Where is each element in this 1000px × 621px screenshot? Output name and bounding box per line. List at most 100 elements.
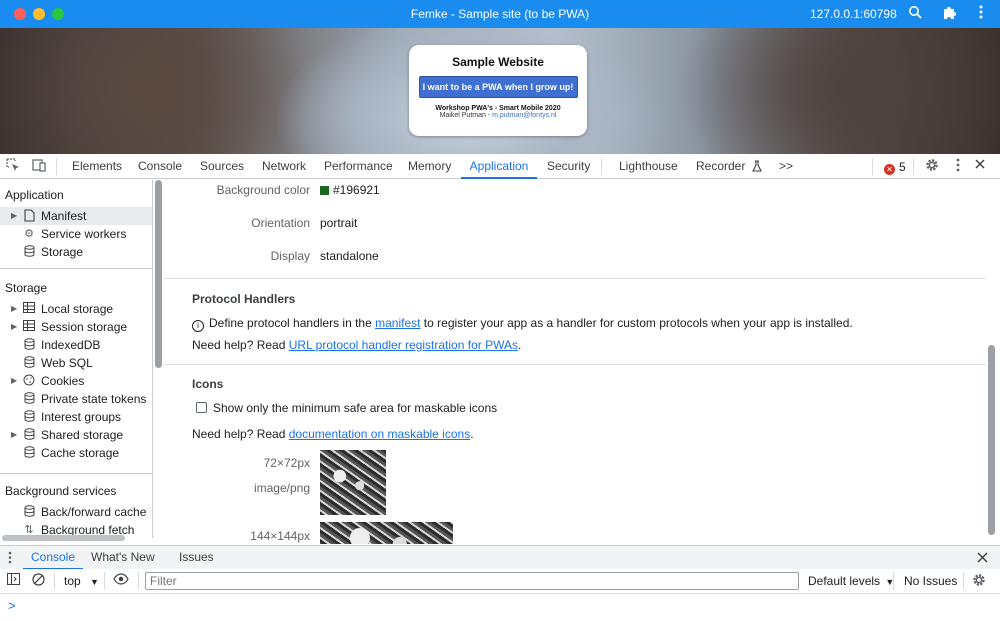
close-drawer-icon[interactable] (977, 552, 988, 566)
sidebar-item-service-workers[interactable]: ⚙ Service workers (0, 225, 152, 243)
sidebar-item-cookies[interactable]: ▶ Cookies (0, 372, 152, 390)
maskable-checkbox[interactable] (196, 402, 207, 413)
tab-recorder[interactable]: Recorder (696, 154, 762, 179)
sidebar-item-interest-groups[interactable]: Interest groups (0, 408, 152, 426)
page-viewport: Sample Website I want to be a PWA when I… (0, 28, 1000, 154)
toolbar-divider (893, 572, 894, 590)
tab-divider (872, 158, 873, 175)
tab-network[interactable]: Network (262, 154, 306, 179)
card-author-name: Maikel Putman - (439, 112, 493, 119)
tab-memory[interactable]: Memory (408, 154, 451, 179)
browser-menu-icon[interactable] (972, 5, 990, 23)
window-host: 127.0.0.1:60798 (810, 7, 897, 21)
more-tabs-button[interactable]: >> (779, 154, 793, 179)
protocol-help-prefix: Need help? Read (192, 338, 289, 352)
icon-144-image (320, 522, 453, 544)
file-icon (22, 209, 36, 223)
tab-lighthouse[interactable]: Lighthouse (619, 154, 678, 179)
eye-icon[interactable] (113, 573, 129, 589)
sidebar-divider (0, 268, 152, 269)
zoom-search-icon[interactable] (906, 5, 924, 23)
protocol-handlers-title: Protocol Handlers (192, 292, 296, 306)
expand-arrow-icon[interactable]: ▶ (11, 426, 17, 444)
sidebar-item-cache-storage[interactable]: Cache storage (0, 444, 152, 462)
sidebar-item-local-storage[interactable]: ▶ Local storage (0, 300, 152, 318)
settings-gear-icon[interactable] (924, 158, 940, 174)
extensions-puzzle-icon[interactable] (940, 5, 958, 23)
sidebar-item-manifest[interactable]: ▶ Manifest (0, 207, 152, 225)
sidebar-toggle-icon[interactable] (5, 573, 21, 589)
tab-performance[interactable]: Performance (324, 154, 393, 179)
flask-icon (751, 156, 762, 181)
protocol-help-link[interactable]: URL protocol handler registration for PW… (289, 338, 518, 352)
tab-console[interactable]: Console (138, 154, 182, 179)
tab-elements[interactable]: Elements (72, 154, 122, 179)
sidebar-item-label: Private state tokens (41, 392, 147, 406)
sidebar-item-label: Service workers (41, 227, 127, 241)
drawer-tab-console[interactable]: Console (23, 546, 83, 570)
icon1-type: image/png (253, 481, 310, 495)
sidebar-item-storage[interactable]: Storage (0, 243, 152, 261)
background-color-key: Background color (216, 183, 310, 197)
tab-sources[interactable]: Sources (200, 154, 244, 179)
section-separator (164, 278, 986, 279)
sidebar-item-label: Back/forward cache (41, 505, 147, 519)
sidebar-item-back-forward-cache[interactable]: Back/forward cache (0, 503, 152, 521)
toolbar-divider (963, 572, 964, 590)
issues-counter[interactable]: No Issues (904, 574, 957, 588)
sidebar-section-background-services: Background services (5, 484, 117, 498)
sidebar-item-private-state-tokens[interactable]: Private state tokens (0, 390, 152, 408)
icons-help-link[interactable]: documentation on maskable icons (289, 427, 470, 441)
sidebar-horizontal-scrollbar[interactable] (2, 535, 125, 541)
drawer-tab-whats-new[interactable]: What's New (91, 546, 155, 570)
section-separator (164, 364, 986, 365)
maskable-checkbox-row[interactable]: Show only the minimum safe area for mask… (192, 401, 497, 415)
expand-arrow-icon[interactable]: ▶ (11, 318, 17, 336)
context-selector[interactable]: top ▼ (64, 574, 99, 588)
info-icon: i (192, 320, 204, 332)
log-levels-dropdown[interactable]: Default levels ▼ (808, 574, 894, 588)
expand-arrow-icon[interactable]: ▶ (11, 207, 17, 225)
sidebar-item-label: Local storage (41, 302, 114, 316)
sidebar-item-label: IndexedDB (41, 338, 101, 352)
device-toolbar-icon[interactable] (31, 158, 47, 174)
sidebar-item-label: Storage (41, 245, 84, 259)
tab-security[interactable]: Security (547, 154, 590, 179)
card-author-email-link[interactable]: m.putman@fontys.nl (492, 112, 556, 119)
console-filter-input[interactable] (145, 572, 799, 590)
sidebar-item-session-storage[interactable]: ▶ Session storage (0, 318, 152, 336)
card-workshop-line: Workshop PWA's - Smart Mobile 2020 (435, 105, 561, 112)
expand-arrow-icon[interactable]: ▶ (11, 300, 17, 318)
drawer-tab-bar: Console What's New Issues (0, 545, 1000, 570)
clear-console-icon[interactable] (30, 573, 46, 589)
console-toolbar: top ▼ Default levels ▼ No Issues (0, 569, 1000, 594)
manifest-link[interactable]: manifest (375, 316, 420, 330)
tab-recorder-label: Recorder (696, 159, 746, 173)
tab-divider (601, 158, 602, 175)
console-settings-gear-icon[interactable] (971, 573, 987, 589)
error-counter[interactable]: ✕ 5 (884, 160, 906, 175)
drawer-tab-issues[interactable]: Issues (179, 546, 214, 570)
toolbar-divider (138, 572, 139, 590)
toolbar-divider (104, 572, 105, 590)
sidebar-item-indexeddb[interactable]: IndexedDB (0, 336, 152, 354)
main-pane-scrollbar[interactable] (988, 345, 995, 535)
close-devtools-icon[interactable] (972, 158, 988, 174)
sidebar-scrollbar[interactable] (155, 180, 162, 368)
customize-menu-icon[interactable] (950, 158, 966, 174)
sidebar-item-web-sql[interactable]: Web SQL (0, 354, 152, 372)
expand-arrow-icon[interactable]: ▶ (11, 372, 17, 390)
sidebar-item-shared-storage[interactable]: ▶ Shared storage (0, 426, 152, 444)
display-key: Display (270, 249, 310, 263)
database-icon (22, 446, 36, 460)
tab-divider (913, 158, 914, 175)
icon2-size: 144×144px (250, 529, 310, 543)
display-value: standalone (320, 249, 379, 263)
console-prompt-chevron-icon[interactable]: > (8, 598, 16, 613)
inspect-element-icon[interactable] (5, 158, 21, 174)
sidebar-item-label: Shared storage (41, 428, 124, 442)
tab-application[interactable]: Application (461, 154, 537, 179)
drawer-menu-icon[interactable] (8, 551, 12, 567)
icons-title: Icons (192, 377, 224, 391)
pwa-button[interactable]: I want to be a PWA when I grow up! (418, 76, 578, 98)
